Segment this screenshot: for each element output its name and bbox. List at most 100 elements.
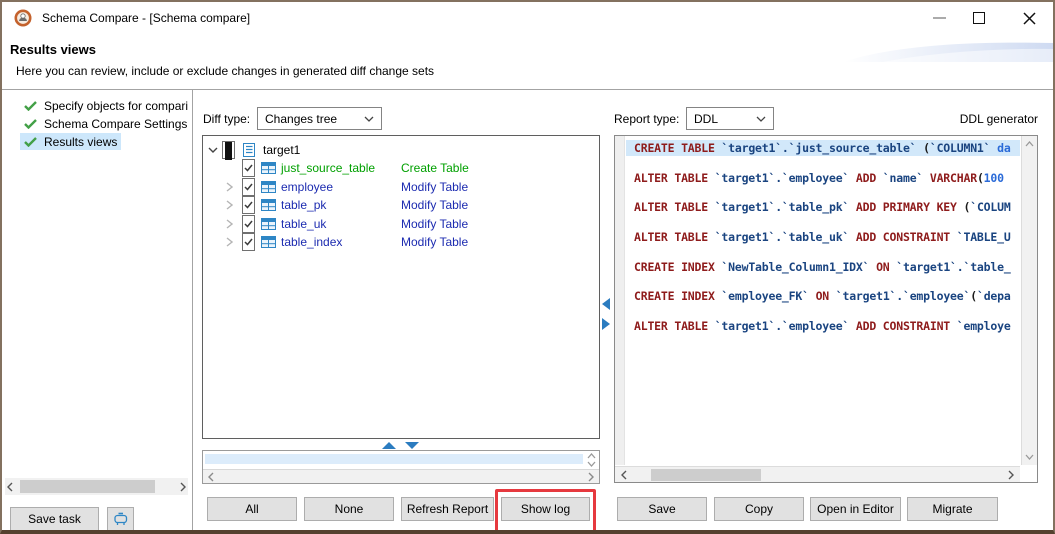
- save-task-button[interactable]: Save task: [10, 507, 99, 531]
- diff-type-dropdown[interactable]: Changes tree: [257, 107, 382, 130]
- window-title: Schema Compare - [Schema compare]: [42, 11, 250, 25]
- tree-item-action: Create Table: [401, 159, 469, 177]
- maximize-button[interactable]: [962, 2, 996, 34]
- mini-vscrollbar[interactable]: [585, 452, 598, 470]
- sidebar-item-label: Results views: [44, 135, 117, 149]
- scroll-left-icon[interactable]: [621, 470, 627, 480]
- chevron-right-icon[interactable]: [226, 196, 233, 214]
- scroll-left-icon[interactable]: [208, 472, 214, 482]
- ddl-report-panel[interactable]: CREATE TABLE `target1`.`just_source_tabl…: [614, 135, 1038, 483]
- copy-button-label: Copy: [745, 502, 773, 516]
- scrollbar-thumb[interactable]: [20, 480, 155, 493]
- diff-type-label: Diff type:: [203, 112, 250, 126]
- tree-row[interactable]: table_pk Modify Table: [203, 196, 599, 214]
- header-separator: [2, 89, 1053, 90]
- mini-hscrollbar[interactable]: [203, 469, 599, 483]
- show-log-label: Show log: [521, 502, 570, 516]
- panel-splitter-horizontal[interactable]: [382, 442, 419, 449]
- sql-line: ALTER TABLE `target1`.`employee` ADD `na…: [626, 170, 1020, 186]
- collapse-right-icon[interactable]: [602, 318, 610, 330]
- refresh-report-button[interactable]: Refresh Report: [401, 497, 494, 521]
- scroll-up-icon[interactable]: [587, 453, 596, 459]
- sidebar-hscrollbar[interactable]: [5, 478, 188, 495]
- table-icon: [261, 196, 276, 214]
- chevron-right-icon[interactable]: [226, 215, 233, 233]
- sql-line: ALTER TABLE `target1`.`table_pk` ADD PRI…: [626, 199, 1020, 215]
- report-type-label: Report type:: [614, 112, 679, 126]
- report-type-value: DDL: [694, 112, 718, 126]
- collapse-up-icon[interactable]: [382, 442, 396, 449]
- scroll-right-icon[interactable]: [1008, 470, 1014, 480]
- scroll-left-icon[interactable]: [7, 482, 13, 492]
- close-button[interactable]: [1012, 2, 1046, 34]
- tree-item-name: table_pk: [281, 196, 326, 214]
- editor-vscrollbar[interactable]: [1021, 136, 1037, 465]
- none-button-label: None: [335, 502, 364, 516]
- report-type-dropdown[interactable]: DDL: [686, 107, 774, 130]
- tree-item-action: Modify Table: [401, 196, 468, 214]
- piggy-bank-icon: [112, 511, 129, 527]
- save-command-line-button[interactable]: [107, 507, 134, 531]
- collapse-left-icon[interactable]: [602, 298, 610, 310]
- tree-item-action: Modify Table: [401, 178, 468, 196]
- minimize-icon: [933, 17, 946, 19]
- scroll-down-icon[interactable]: [1025, 454, 1034, 460]
- scroll-right-icon[interactable]: [588, 472, 594, 482]
- schema-icon: [243, 141, 255, 159]
- sql-line: CREATE INDEX `NewTable_Column1_IDX` ON `…: [626, 259, 1020, 275]
- sql-line: ALTER TABLE `target1`.`table_uk` ADD CON…: [626, 229, 1020, 245]
- tree-row-root[interactable]: target1: [203, 141, 599, 159]
- save-button[interactable]: Save: [617, 497, 707, 521]
- migrate-button[interactable]: Migrate: [907, 497, 998, 521]
- scroll-right-icon[interactable]: [180, 482, 186, 492]
- scrollbar-thumb[interactable]: [651, 469, 761, 481]
- close-icon: [1023, 12, 1036, 25]
- sidebar-item-label: Specify objects for compari: [44, 99, 188, 113]
- tree-row[interactable]: table_index Modify Table: [203, 233, 599, 251]
- collapse-down-icon[interactable]: [405, 442, 419, 449]
- none-button[interactable]: None: [304, 497, 394, 521]
- open-in-editor-button[interactable]: Open in Editor: [810, 497, 901, 521]
- table-icon: [261, 215, 276, 233]
- sidebar-item-label: Schema Compare Settings: [44, 117, 187, 131]
- object-ddl-preview[interactable]: [202, 450, 600, 484]
- app-icon: [14, 9, 32, 27]
- chevron-down-icon: [756, 116, 766, 122]
- minimize-button[interactable]: [922, 2, 956, 34]
- sidebar-item-settings[interactable]: Schema Compare Settings: [20, 115, 191, 132]
- all-button[interactable]: All: [207, 497, 297, 521]
- sidebar-item-results-views[interactable]: Results views: [20, 133, 121, 150]
- selected-line-highlight: [205, 454, 583, 464]
- diff-type-value: Changes tree: [265, 112, 337, 126]
- tree-row[interactable]: table_uk Modify Table: [203, 215, 599, 233]
- changes-tree[interactable]: target1 just_source_table Create Table: [202, 135, 600, 439]
- sql-line: ALTER TABLE `target1`.`employee` ADD CON…: [626, 318, 1020, 334]
- sql-code[interactable]: CREATE TABLE `target1`.`just_source_tabl…: [626, 136, 1020, 465]
- copy-button[interactable]: Copy: [714, 497, 804, 521]
- scroll-down-icon[interactable]: [587, 461, 596, 467]
- table-icon: [261, 178, 276, 196]
- tree-row[interactable]: just_source_table Create Table: [203, 159, 599, 177]
- all-button-label: All: [245, 502, 258, 516]
- panel-splitter-vertical[interactable]: [602, 298, 610, 330]
- titlebar: Schema Compare - [Schema compare]: [2, 2, 1053, 34]
- chevron-right-icon[interactable]: [226, 233, 233, 251]
- scroll-up-icon[interactable]: [1025, 141, 1034, 147]
- editor-hscrollbar[interactable]: [615, 466, 1020, 482]
- sidebar-item-specify-objects[interactable]: Specify objects for compari: [20, 97, 192, 114]
- ddl-generator-label: DDL generator: [960, 112, 1038, 126]
- show-log-button[interactable]: Show log: [501, 497, 590, 521]
- chevron-down-icon[interactable]: [208, 141, 218, 159]
- save-button-label: Save: [648, 502, 675, 516]
- tree-item-name: just_source_table: [281, 159, 375, 177]
- check-icon: [24, 119, 37, 129]
- schema-compare-window: Schema Compare - [Schema compare] Result…: [0, 0, 1055, 534]
- tree-item-name: target1: [263, 141, 300, 159]
- chevron-right-icon[interactable]: [226, 178, 233, 196]
- maximize-icon: [973, 12, 985, 24]
- tree-item-action: Modify Table: [401, 215, 468, 233]
- tree-row[interactable]: employee Modify Table: [203, 178, 599, 196]
- migrate-button-label: Migrate: [932, 502, 972, 516]
- chevron-down-icon: [364, 116, 374, 122]
- sql-line: CREATE TABLE `target1`.`just_source_tabl…: [626, 140, 1020, 156]
